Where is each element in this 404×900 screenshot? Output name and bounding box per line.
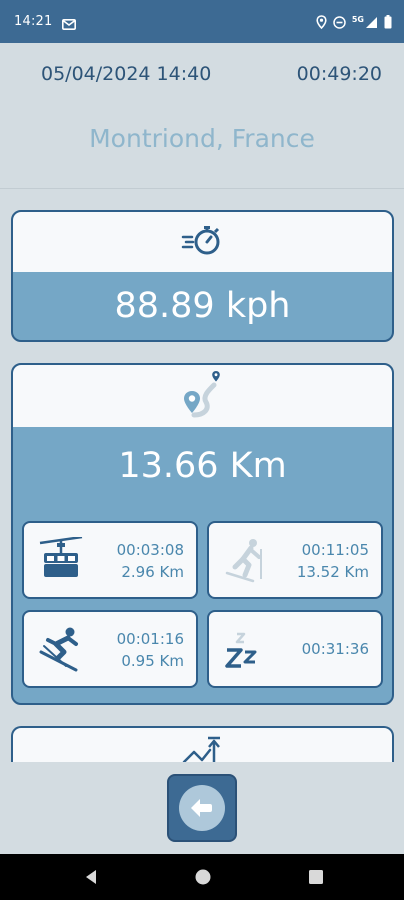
nav-recents-icon[interactable] — [309, 869, 323, 888]
ski-touring-stat-text: 00:11:05 13.52 Km — [297, 539, 369, 583]
gondola-lift-icon — [38, 535, 84, 583]
lift-distance: 2.96 Km — [121, 563, 184, 581]
ski-touring-distance: 13.52 Km — [296, 563, 369, 581]
back-arrow-icon — [179, 785, 225, 831]
gmail-notification-icon — [62, 15, 76, 34]
lift-stat-text: 00:03:08 2.96 Km — [117, 539, 184, 583]
downhill-stat-box: 00:01:16 0.95 Km — [22, 610, 198, 688]
route-pin-icon — [180, 369, 226, 423]
session-date-time: 05/04/2024 14:40 — [41, 63, 212, 85]
bottom-action-bar — [0, 762, 404, 854]
location-status-icon — [316, 14, 327, 33]
sleep-zzz-icon — [223, 626, 269, 672]
signal-icon — [365, 14, 378, 33]
do-not-disturb-icon — [333, 14, 346, 33]
speed-card-icon-area — [13, 212, 392, 272]
battery-icon — [384, 14, 392, 33]
downhill-stat-text: 00:01:16 0.95 Km — [117, 628, 184, 672]
stopwatch-speed-icon — [180, 223, 226, 261]
rest-stat-box: 00:31:36 — [207, 610, 383, 688]
rest-time: 00:31:36 — [301, 640, 369, 658]
session-header: 05/04/2024 14:40 00:49:20 — [0, 63, 404, 87]
divider — [0, 188, 404, 189]
downhill-time: 00:01:16 — [116, 630, 184, 648]
network-type-label: 5G — [351, 15, 364, 24]
status-time: 14:21 — [14, 14, 53, 29]
session-location: Montriond, France — [89, 124, 315, 153]
system-nav-bar — [0, 854, 404, 900]
distance-card-icon-area — [13, 365, 392, 427]
distance-card: 13.66 Km 00:03:08 2.96 Km 00:11:05 13.52… — [11, 363, 394, 705]
downhill-distance: 0.95 Km — [121, 652, 184, 670]
back-button[interactable] — [167, 774, 237, 842]
ski-touring-stat-box: 00:11:05 13.52 Km — [207, 521, 383, 599]
lift-time: 00:03:08 — [116, 541, 184, 559]
rest-stat-text: 00:31:36 — [302, 638, 369, 660]
lift-stat-box: 00:03:08 2.96 Km — [22, 521, 198, 599]
nav-back-icon[interactable] — [84, 869, 98, 889]
ski-touring-icon — [223, 537, 269, 583]
ski-touring-time: 00:11:05 — [301, 541, 369, 559]
max-speed-card: 88.89 kph — [11, 210, 394, 342]
session-duration: 00:49:20 — [296, 63, 382, 85]
downhill-skier-icon — [38, 626, 84, 672]
max-speed-value: 88.89 kph — [114, 286, 291, 326]
total-distance-value: 13.66 Km — [118, 446, 287, 486]
status-bar: 14:21 5G — [0, 0, 404, 43]
nav-home-icon[interactable] — [195, 869, 211, 889]
